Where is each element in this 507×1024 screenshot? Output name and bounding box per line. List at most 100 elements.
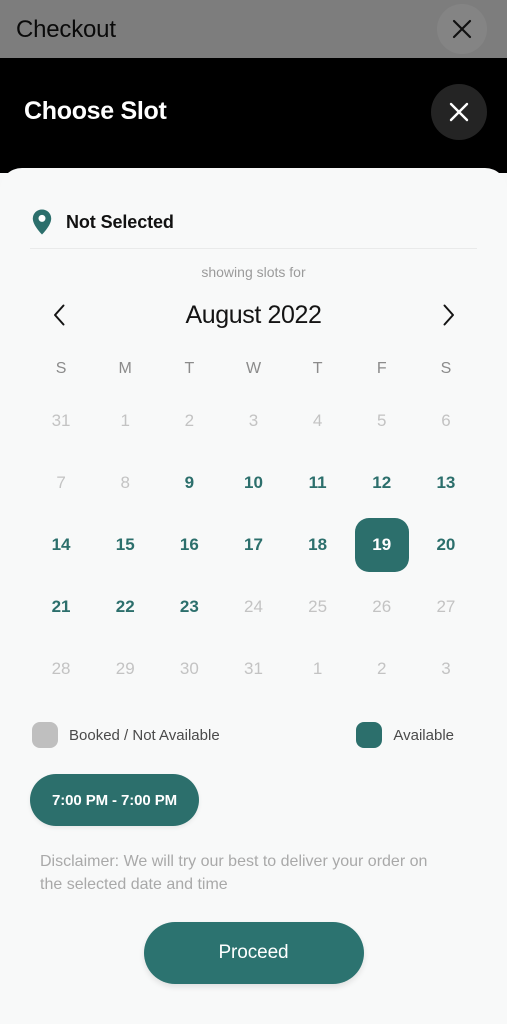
calendar-day-cell: 24 <box>221 576 285 638</box>
month-navigation: August 2022 <box>0 280 507 336</box>
calendar-legend: Booked / Not Available Available <box>0 700 507 748</box>
modal-close-button[interactable] <box>431 83 487 140</box>
calendar-day-muted: 1 <box>120 411 130 430</box>
calendar-week-row: 7 8 9 10 11 12 13 <box>29 452 478 514</box>
calendar-day-muted: 27 <box>436 597 456 616</box>
time-slot-chip[interactable]: 7:00 PM - 7:00 PM <box>30 774 200 826</box>
calendar-weekday: T <box>286 348 350 390</box>
calendar-day-cell[interactable]: 11 <box>286 452 350 514</box>
calendar-day-cell: 5 <box>350 390 414 452</box>
calendar-weeks: 31 1 2 3 4 5 6 7 8 9 10 11 12 13 14 15 16 17 18 19 20 21 22 23 2… <box>29 390 478 700</box>
calendar-day-available[interactable]: 20 <box>419 518 473 572</box>
calendar-day-cell[interactable]: 19 <box>350 514 414 576</box>
calendar-day-muted: 3 <box>248 411 259 430</box>
calendar-day-available[interactable]: 16 <box>162 518 216 572</box>
calendar-day-muted: 3 <box>441 659 451 678</box>
calendar-weekday-label: S <box>440 360 452 377</box>
calendar-day-available[interactable]: 17 <box>226 518 280 572</box>
chevron-left-icon <box>53 304 64 326</box>
calendar-grid: SMTWTFS 31 1 2 3 4 5 6 7 8 9 10 11 12 13 14 15 16 17 18 19 2… <box>0 336 507 700</box>
calendar-weekday: T <box>157 348 221 390</box>
calendar-weekday-label: W <box>245 360 262 377</box>
booked-swatch-icon <box>32 722 58 748</box>
calendar-day-cell[interactable]: 20 <box>414 514 478 576</box>
calendar-day-muted: 1 <box>312 659 323 678</box>
calendar-day-available[interactable]: 9 <box>162 456 216 510</box>
legend-available-label: Available <box>393 726 454 744</box>
calendar-day-cell: 31 <box>29 390 93 452</box>
chevron-right-icon <box>443 304 454 326</box>
choose-slot-screen: Checkout Choose Slot Not Selected showin… <box>0 0 507 1024</box>
legend-item-available: Available <box>356 722 454 748</box>
calendar-day-cell: 3 <box>221 390 285 452</box>
calendar-day-cell[interactable]: 18 <box>286 514 350 576</box>
calendar-week-row: 28 29 30 31 1 2 3 <box>29 638 478 700</box>
calendar-day-muted: 31 <box>244 659 263 678</box>
calendar-weekday-label: M <box>118 360 132 377</box>
disclaimer-text: Disclaimer: We will try our best to deli… <box>40 853 428 894</box>
calendar-weekday-label: F <box>376 360 387 377</box>
calendar-day-cell[interactable]: 12 <box>350 452 414 514</box>
calendar-day-cell: 2 <box>350 638 414 700</box>
available-swatch-icon <box>356 722 383 748</box>
calendar-day-cell: 7 <box>29 452 93 514</box>
showing-slots-for-label: showing slots for <box>201 264 306 280</box>
legend-item-booked: Booked / Not Available <box>32 722 220 748</box>
proceed-button[interactable]: Proceed <box>143 922 364 985</box>
calendar-day-cell[interactable]: 23 <box>157 576 221 638</box>
calendar-day-cell[interactable]: 9 <box>157 452 221 514</box>
calendar-weekday: S <box>29 348 93 390</box>
calendar-weekday: M <box>93 348 157 390</box>
calendar-day-cell[interactable]: 22 <box>93 576 157 638</box>
location-row[interactable]: Not Selected <box>0 168 507 248</box>
calendar-day-cell: 26 <box>350 576 414 638</box>
map-pin-icon <box>32 209 52 235</box>
calendar-day-cell: 6 <box>414 390 478 452</box>
calendar-day-available[interactable]: 23 <box>162 580 216 634</box>
calendar-week-row: 21 22 23 24 25 26 27 <box>29 576 478 638</box>
next-month-button[interactable] <box>431 298 465 332</box>
calendar-day-available[interactable]: 10 <box>226 456 280 510</box>
modal-title: Choose Slot <box>24 97 167 125</box>
calendar-weekday: S <box>414 348 478 390</box>
close-icon <box>449 102 469 121</box>
calendar-day-muted: 2 <box>184 411 195 430</box>
calendar-day-cell[interactable]: 10 <box>221 452 285 514</box>
calendar-weekday-label: T <box>312 360 323 377</box>
calendar-day-muted: 7 <box>56 473 66 492</box>
time-slot-list: 7:00 PM - 7:00 PM <box>0 748 507 826</box>
checkout-close-button[interactable] <box>437 4 487 54</box>
calendar-day-muted: 29 <box>115 659 135 678</box>
prev-month-button[interactable] <box>42 298 76 332</box>
calendar-day-cell: 30 <box>157 638 221 700</box>
calendar-day-muted: 28 <box>51 659 71 678</box>
calendar-day-available[interactable]: 11 <box>291 456 345 510</box>
calendar-day-muted: 30 <box>179 659 199 678</box>
calendar-weekday: W <box>221 348 285 390</box>
proceed-button-container: Proceed <box>0 896 507 985</box>
calendar-day-available[interactable]: 15 <box>98 518 152 572</box>
calendar-day-cell[interactable]: 15 <box>93 514 157 576</box>
calendar-day-cell[interactable]: 17 <box>221 514 285 576</box>
calendar-day-cell: 8 <box>93 452 157 514</box>
calendar-day-cell: 31 <box>221 638 285 700</box>
calendar-day-cell[interactable]: 14 <box>29 514 93 576</box>
calendar-day-cell: 1 <box>93 390 157 452</box>
calendar-day-cell[interactable]: 13 <box>414 452 478 514</box>
calendar-day-muted: 24 <box>244 597 263 616</box>
calendar-day-muted: 6 <box>441 411 451 430</box>
calendar-day-muted: 31 <box>51 411 71 430</box>
calendar-day-available[interactable]: 14 <box>34 518 88 572</box>
calendar-week-row: 31 1 2 3 4 5 6 <box>29 390 478 452</box>
calendar-day-muted: 5 <box>377 411 387 430</box>
calendar-day-available[interactable]: 12 <box>355 456 409 510</box>
calendar-day-cell[interactable]: 21 <box>29 576 93 638</box>
calendar-day-available[interactable]: 18 <box>291 518 345 572</box>
calendar-day-available[interactable]: 22 <box>98 580 152 634</box>
calendar-day-available[interactable]: 21 <box>34 580 88 634</box>
calendar-day-selected[interactable]: 19 <box>354 518 409 572</box>
calendar-day-available[interactable]: 13 <box>419 456 473 510</box>
location-label: Not Selected <box>66 211 174 232</box>
calendar-day-cell: 25 <box>286 576 350 638</box>
calendar-day-cell[interactable]: 16 <box>157 514 221 576</box>
